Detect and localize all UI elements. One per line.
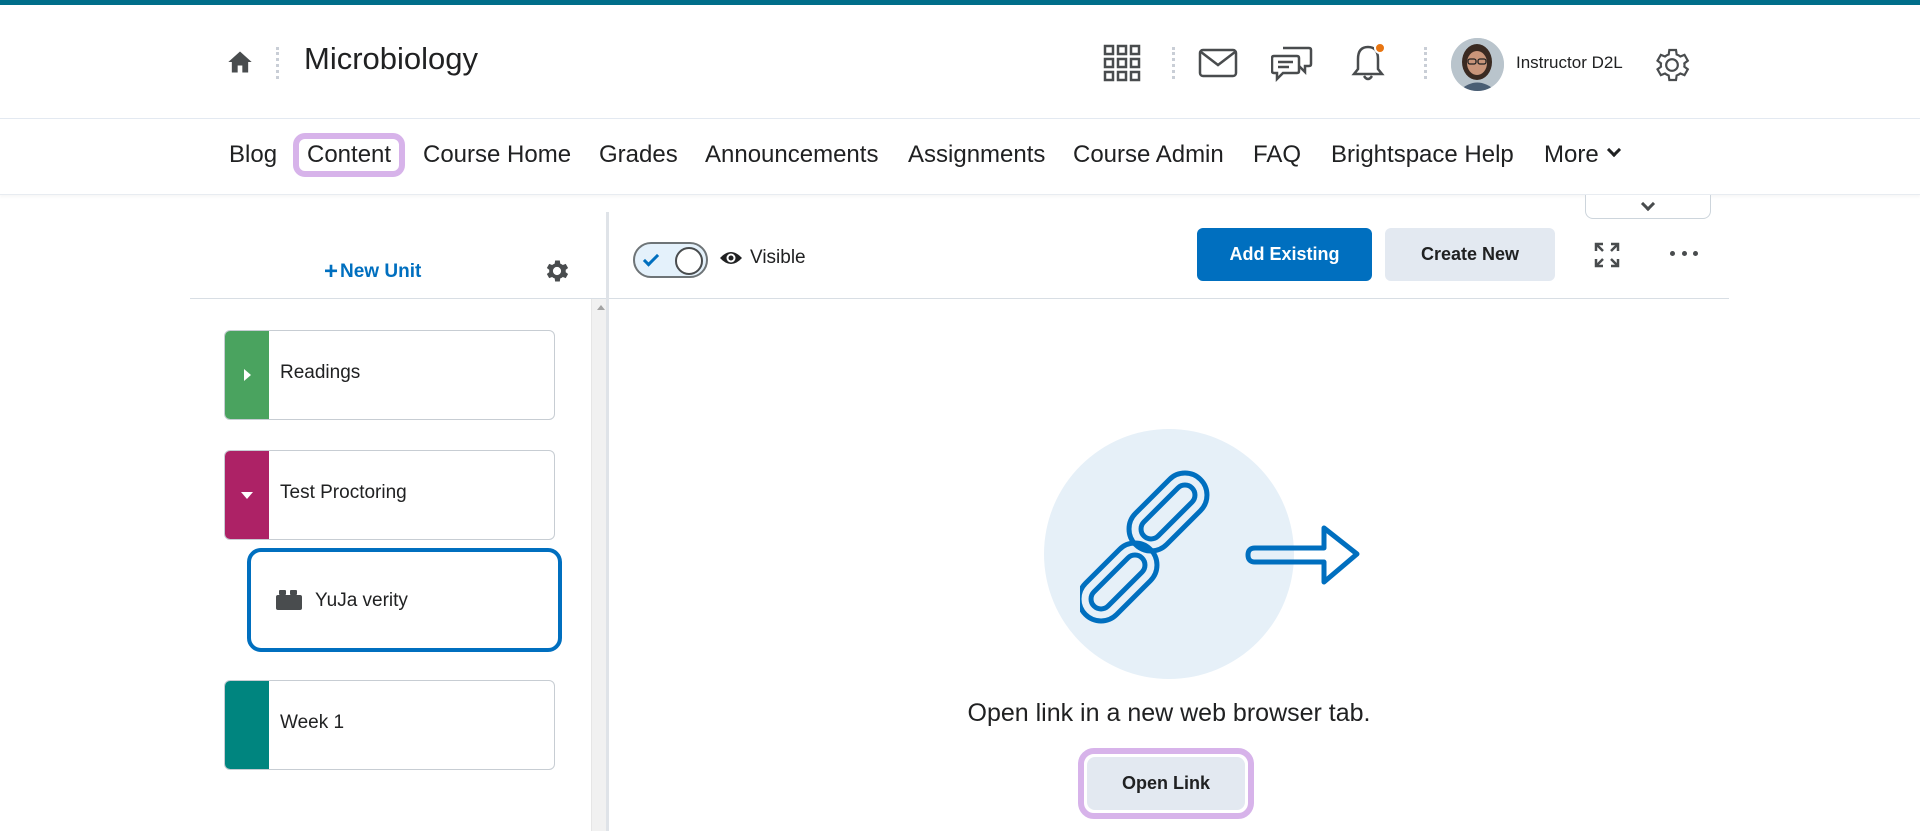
course-title[interactable]: Microbiology <box>304 41 478 77</box>
create-new-button[interactable]: Create New <box>1385 228 1555 281</box>
header-divider <box>1424 47 1427 79</box>
topic-label: YuJa verity <box>315 590 408 611</box>
notification-dot <box>1374 42 1386 54</box>
user-name[interactable]: Instructor D2L <box>1516 53 1623 73</box>
caret-right-icon <box>243 369 251 381</box>
unit-color-stripe <box>225 681 269 769</box>
visibility-label: Visible <box>750 247 806 268</box>
header-divider <box>276 47 279 79</box>
nav-item-brightspace-help[interactable]: Brightspace Help <box>1331 140 1514 170</box>
unit-card-test-proctoring[interactable]: Test Proctoring <box>224 450 555 540</box>
apps-grid-icon[interactable] <box>1100 41 1144 85</box>
panel-resize-handle[interactable] <box>606 212 609 831</box>
open-link-message: Open link in a new web browser tab. <box>967 699 1371 727</box>
new-unit-button[interactable]: + New Unit <box>324 258 421 286</box>
more-options-icon[interactable] <box>1670 251 1698 259</box>
chevron-down-icon <box>1640 196 1656 211</box>
fullscreen-expand-icon[interactable] <box>1593 241 1621 269</box>
unit-expand-toggle[interactable] <box>225 331 269 419</box>
home-icon[interactable] <box>226 48 254 76</box>
toc-scrollbar[interactable] <box>591 299 607 831</box>
nav-more-label: More <box>1544 141 1599 168</box>
nav-item-announcements[interactable]: Announcements <box>705 140 878 170</box>
chain-link-arrow-icon <box>1080 470 1360 624</box>
mail-icon[interactable] <box>1196 41 1240 85</box>
course-header: Microbiology Instructor D2L <box>0 5 1920 119</box>
nav-item-faq[interactable]: FAQ <box>1253 140 1301 170</box>
chat-icon[interactable] <box>1270 41 1314 85</box>
nav-item-course-admin[interactable]: Course Admin <box>1073 140 1224 170</box>
lego-brick-icon <box>276 590 302 610</box>
unit-label: Test Proctoring <box>280 482 407 503</box>
nav-item-blog[interactable]: Blog <box>229 140 277 170</box>
visibility-toggle[interactable] <box>633 242 708 278</box>
nav-item-grades[interactable]: Grades <box>599 140 678 170</box>
open-link-button[interactable]: Open Link <box>1087 757 1245 810</box>
bell-icon[interactable] <box>1346 41 1390 85</box>
course-navbar: Blog Content Course Home Grades Announce… <box>0 120 1920 195</box>
toc-settings-gear-icon[interactable] <box>543 257 571 285</box>
collapse-header-toggle[interactable] <box>1585 195 1711 219</box>
new-unit-label: New Unit <box>340 261 422 282</box>
header-divider <box>1172 47 1175 79</box>
check-icon <box>642 250 660 267</box>
nav-item-more[interactable]: More <box>1544 140 1621 170</box>
avatar[interactable] <box>1451 38 1504 91</box>
nav-item-content[interactable]: Content <box>293 133 406 177</box>
unit-expand-toggle[interactable] <box>225 451 269 539</box>
settings-gear-icon[interactable] <box>1650 43 1694 87</box>
eye-icon <box>720 252 742 264</box>
toggle-knob <box>675 247 703 275</box>
unit-card-week-1[interactable]: Week 1 <box>224 680 555 770</box>
nav-item-assignments[interactable]: Assignments <box>908 140 1045 170</box>
open-link-focus-ring: Open Link <box>1078 748 1254 819</box>
scroll-up-arrow-icon[interactable] <box>597 305 605 310</box>
unit-card-readings[interactable]: Readings <box>224 330 555 420</box>
plus-icon: + <box>324 258 339 285</box>
add-existing-button[interactable]: Add Existing <box>1197 228 1372 281</box>
unit-label: Readings <box>280 362 361 383</box>
unit-label: Week 1 <box>280 712 345 733</box>
caret-down-icon <box>241 491 253 499</box>
topic-card-yuja-verity[interactable]: YuJa verity <box>247 548 562 652</box>
chevron-down-icon <box>1606 142 1621 158</box>
nav-item-course-home[interactable]: Course Home <box>423 140 571 170</box>
